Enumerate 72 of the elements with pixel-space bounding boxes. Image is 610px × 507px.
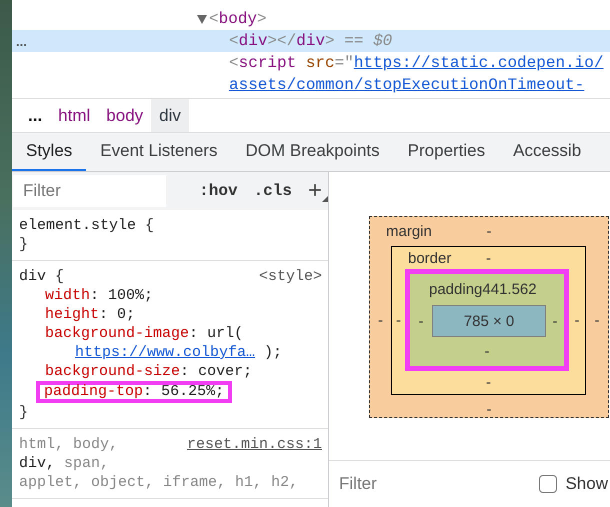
collapse-triangle-icon[interactable]	[197, 14, 207, 24]
css-property: width	[45, 286, 90, 305]
open-brace: {	[145, 216, 154, 235]
url-link[interactable]: https://static.codepen.io/	[354, 54, 604, 72]
dom-node-row[interactable]: <body>	[12, 8, 610, 30]
html-markup: <script src="	[229, 54, 354, 72]
url-link[interactable]: assets/common/stopExecutionOnTimeout-	[229, 76, 584, 94]
css-value: : 0;	[99, 305, 136, 324]
state-toggle-button[interactable]: .cls	[252, 182, 294, 200]
box-value: -	[486, 250, 491, 266]
breadcrumb-item[interactable]: html	[50, 99, 98, 132]
box-value: -	[594, 312, 600, 329]
box-value: -	[486, 400, 492, 418]
breadcrumb-item[interactable]: body	[98, 99, 152, 132]
close-brace: }	[19, 404, 28, 421]
box-value: -	[486, 374, 491, 391]
css-selector: iframe,	[163, 473, 226, 492]
box-label: padding	[428, 281, 482, 298]
breadcrumb-item[interactable]: div	[151, 99, 189, 132]
box-value: -	[396, 312, 401, 328]
box-value: 441.562	[482, 281, 537, 298]
box-value: -	[378, 312, 383, 329]
panel-tab[interactable]: Accessib	[499, 133, 596, 171]
css-selector: span,	[64, 454, 110, 473]
css-selector: applet,	[19, 473, 82, 492]
css-value: : 100%;	[90, 286, 154, 305]
box-label: border	[407, 250, 452, 266]
css-selector: h2,	[271, 473, 298, 492]
css-selector: h1,	[235, 473, 262, 492]
box-value: -	[484, 343, 490, 360]
filter-input[interactable]: Filter	[329, 474, 489, 494]
dom-node-row[interactable]: ... <div></div> == $0	[12, 30, 610, 52]
css-selector: div,	[19, 454, 56, 473]
css-selector: element.style	[19, 216, 136, 235]
breadcrumb-overflow[interactable]: ...	[20, 99, 50, 132]
box-value: -	[574, 312, 580, 328]
css-property: padding-top	[44, 385, 144, 399]
open-brace: {	[55, 267, 64, 286]
css-selector: html,	[19, 435, 64, 454]
state-toggle-button[interactable]: :hov	[197, 182, 240, 200]
css-selector: div	[19, 267, 46, 286]
checkbox[interactable]	[539, 475, 558, 493]
box-label: margin	[385, 223, 432, 240]
css-property: height	[45, 305, 100, 324]
show-checkbox[interactable]: Show	[539, 474, 610, 494]
filter-input[interactable]: Filter	[13, 175, 166, 207]
close-brace: }	[19, 236, 28, 253]
panel-tab[interactable]: DOM Breakpoints	[231, 133, 394, 171]
panel-tab[interactable]: Event Listeners	[86, 133, 232, 171]
css-selector: body,	[73, 435, 118, 454]
box-value: -	[418, 312, 424, 330]
box-value: -	[552, 312, 558, 330]
css-value: : url(	[189, 324, 244, 343]
panel-tab[interactable]: Properties	[394, 133, 500, 171]
url-link[interactable]: https://www.colbyfa…	[75, 343, 256, 362]
dom-node-row[interactable]: <script src="https://static.codepen.io/ assets/common/stopExecutionOnTimeout-	[12, 52, 610, 96]
css-value: : 56.25%;	[143, 385, 224, 399]
more-actions-dots[interactable]: ...	[16, 34, 27, 48]
html-markup: <body>	[209, 10, 267, 28]
rule-source-link[interactable]: <style>	[258, 267, 322, 286]
css-selector: object,	[91, 473, 154, 492]
rule-source-link[interactable]: reset.min.css:1	[186, 435, 322, 454]
box-value: -	[486, 223, 492, 240]
new-rule-button[interactable]: +	[306, 179, 324, 203]
corner-triangle-icon	[322, 196, 328, 202]
css-value: : cover;	[180, 362, 252, 381]
html-markup: <div></div> == $0	[229, 32, 392, 50]
content-box: 785 × 0	[432, 305, 546, 337]
css-value: );	[263, 343, 282, 362]
css-property: background-image	[45, 324, 190, 343]
checkbox-label: Show	[565, 474, 608, 494]
css-property: background-size	[45, 362, 180, 381]
